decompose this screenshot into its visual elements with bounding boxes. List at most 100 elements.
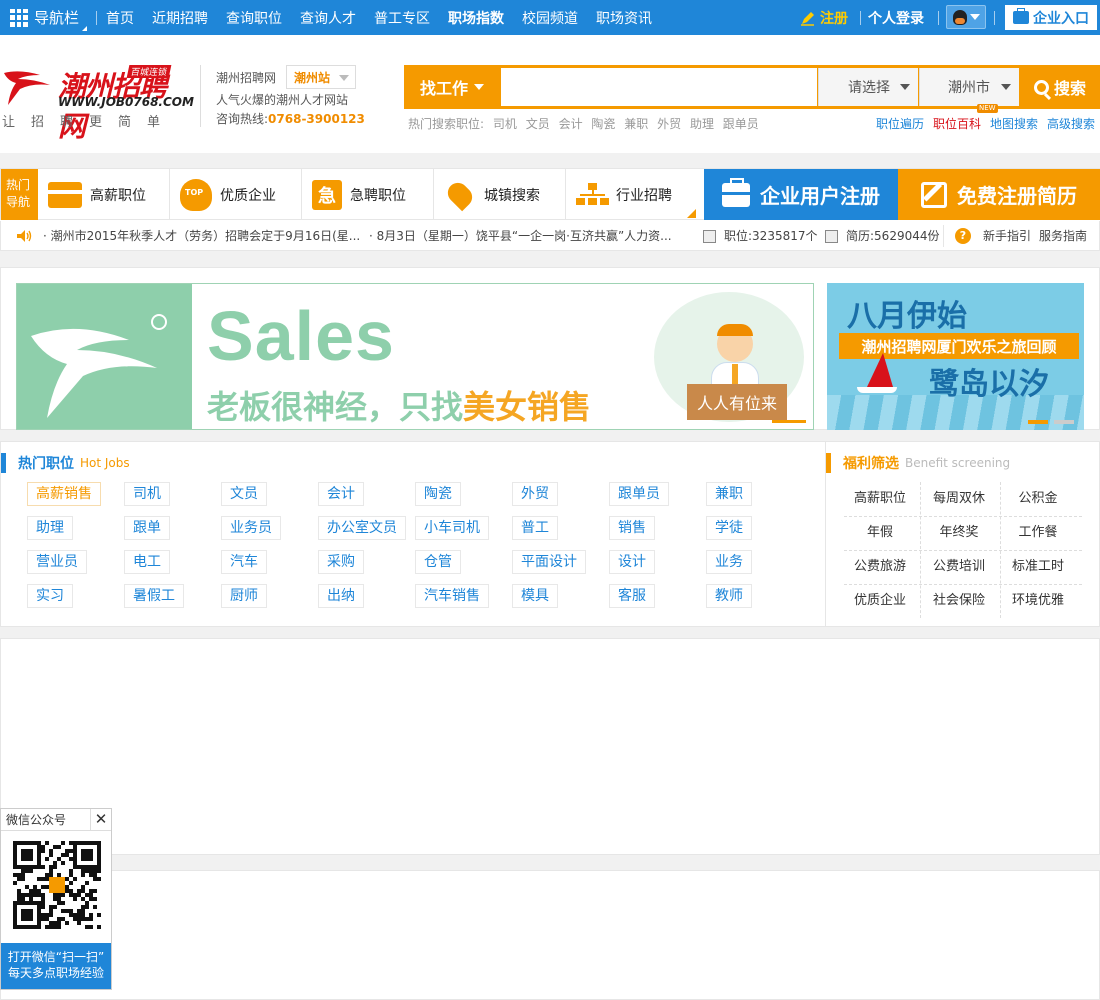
carousel-dot[interactable] [1054,420,1074,424]
hot-job-tag[interactable]: 兼职 [706,482,752,506]
nav-recent-jobs[interactable]: 近期招聘 [152,8,208,28]
benefit-filter[interactable]: 工作餐 [999,516,1077,550]
benefit-filter[interactable]: 每周双休 [920,482,998,516]
job-browse-link[interactable]: 职位遍历 [876,117,924,131]
enterprise-entry-button[interactable]: 企业入口 [1005,5,1097,30]
category-high-salary[interactable]: 高薪职位 [38,169,170,220]
hot-job-tag[interactable]: 助理 [27,516,73,540]
carousel-dot-active[interactable] [1028,420,1048,424]
service-guide-link[interactable]: 服务指南 [1039,221,1087,251]
hot-job-tag[interactable]: 高薪销售 [27,482,101,506]
hot-job-tag[interactable]: 小车司机 [415,516,489,540]
hot-job-tag[interactable]: 营业员 [27,550,87,574]
divider [96,11,97,25]
category-town-search[interactable]: 城镇搜索 [434,169,566,220]
wechat-caption: 打开微信“扫一扫” 每天多点职场经验 [1,943,111,989]
benefit-filter[interactable]: 优质企业 [841,584,919,618]
category-select[interactable]: 请选择 [818,68,918,106]
hot-search-term[interactable]: 会计 [559,117,583,131]
register-link[interactable]: 注册 [800,0,848,35]
hot-search-term[interactable]: 跟单员 [723,117,759,131]
nav-home[interactable]: 首页 [106,8,134,28]
benefit-filter[interactable]: 年终奖 [920,516,998,550]
section-gap [0,153,1100,168]
hot-job-tag[interactable]: 文员 [221,482,267,506]
enterprise-register-button[interactable]: 企业用户注册 [704,169,898,220]
hot-job-tag[interactable]: 司机 [124,482,170,506]
hot-job-tag[interactable]: 仓管 [415,550,461,574]
hot-job-tag[interactable]: 办公室文员 [318,516,406,540]
job-wiki-link[interactable]: 职位百科 [933,117,981,131]
news-item[interactable]: · 8月3日（星期一）饶平县“一企一岗·互济共赢”人力资... [369,221,687,251]
nav-career-index[interactable]: 职场指数 [448,8,504,28]
search-input[interactable] [501,68,817,106]
hot-job-tag[interactable]: 会计 [318,482,364,506]
hot-job-tag[interactable]: 跟单员 [609,482,669,506]
hot-job-tag[interactable]: 普工 [512,516,558,540]
benefit-filter[interactable]: 年假 [841,516,919,550]
beginner-guide-link[interactable]: 新手指引 [983,221,1031,251]
nav-career-news[interactable]: 职场资讯 [596,8,652,28]
banner-accent [772,420,806,423]
hot-job-tag[interactable]: 陶瓷 [415,482,461,506]
hot-job-tag[interactable]: 电工 [124,550,170,574]
benefit-filter[interactable]: 标准工时 [999,550,1077,584]
benefit-filter[interactable]: 环境优雅 [999,584,1077,618]
hot-job-tag[interactable]: 出纳 [318,584,364,608]
hot-job-tag[interactable]: 外贸 [512,482,558,506]
map-search-link[interactable]: 地图搜索 [990,117,1038,131]
hot-search-terms: 热门搜索职位: 司机 文员 会计 陶瓷 兼职 外贸 助理 跟单员 [408,115,764,132]
hot-job-tag[interactable]: 平面设计 [512,550,586,574]
hot-job-tag[interactable]: 销售 [609,516,655,540]
hot-job-tag[interactable]: 暑假工 [124,584,184,608]
resume-register-button[interactable]: 免费注册简历 [898,169,1100,220]
hot-job-tag[interactable]: 客服 [609,584,655,608]
personal-login-link[interactable]: 个人登录 [868,0,924,35]
hot-job-tag[interactable]: 教师 [706,584,752,608]
search-button[interactable]: 搜索 [1020,65,1100,109]
hot-job-tag[interactable]: 跟单 [124,516,170,540]
chevron-down-icon [474,84,484,90]
hot-search-term[interactable]: 文员 [526,117,550,131]
site-logo[interactable]: 潮州招聘网 百城连锁 WWW.JOB0768.COM 让招聘更简单 [0,65,194,143]
hot-job-tag[interactable]: 厨师 [221,584,267,608]
benefit-filter[interactable]: 高薪职位 [841,482,919,516]
xiamen-trip-banner[interactable]: 八月伊始 潮州招聘网厦门欢乐之旅回顾 鹭岛以汐 [827,283,1084,430]
hot-job-tag[interactable]: 设计 [609,550,655,574]
benefit-filter[interactable]: 公费培训 [920,550,998,584]
category-top-company[interactable]: TOP 优质企业 [170,169,302,220]
benefit-filter[interactable]: 公积金 [999,482,1077,516]
benefit-filter[interactable]: 社会保险 [920,584,998,618]
hot-search-term[interactable]: 兼职 [624,117,648,131]
hot-job-tag[interactable]: 模具 [512,584,558,608]
briefcase-icon [1013,8,1029,24]
benefit-filter[interactable]: 公费旅游 [841,550,919,584]
hot-job-tag[interactable]: 业务员 [221,516,281,540]
news-item[interactable]: · 潮州市2015年秋季人才（劳务）招聘会定于9月16日(星... [43,221,365,251]
advanced-search-link[interactable]: 高级搜索 [1047,117,1095,131]
category-urgent-jobs[interactable]: 急 急聘职位 [302,169,434,220]
hot-search-term[interactable]: 外贸 [657,117,681,131]
nav-campus[interactable]: 校园频道 [522,8,578,28]
hot-job-tag[interactable]: 汽车 [221,550,267,574]
city-select[interactable]: 潮州市 [919,68,1019,106]
search-icon [1033,79,1049,95]
nav-worker-zone[interactable]: 普工专区 [374,8,430,28]
sales-banner[interactable]: Sales 老板很神经，只找美女销售 人人有位来 [16,283,814,430]
category-industry-jobs[interactable]: 行业招聘 [566,169,704,220]
hot-job-tag[interactable]: 汽车销售 [415,584,489,608]
hot-job-tag[interactable]: 实习 [27,584,73,608]
nav-search-jobs[interactable]: 查询职位 [226,8,282,28]
hot-search-term[interactable]: 助理 [690,117,714,131]
nav-toggle-button[interactable]: 导航栏 [10,0,88,35]
station-switcher[interactable]: 潮州站 [286,65,356,89]
close-icon[interactable]: ✕ [90,809,111,831]
hot-search-term[interactable]: 陶瓷 [591,117,615,131]
hot-search-term[interactable]: 司机 [493,117,517,131]
nav-search-talent[interactable]: 查询人才 [300,8,356,28]
qq-login-button[interactable] [946,5,986,29]
hot-job-tag[interactable]: 采购 [318,550,364,574]
hot-job-tag[interactable]: 学徒 [706,516,752,540]
hot-job-tag[interactable]: 业务 [706,550,752,574]
search-type-dropdown[interactable]: 找工作 [404,65,500,109]
